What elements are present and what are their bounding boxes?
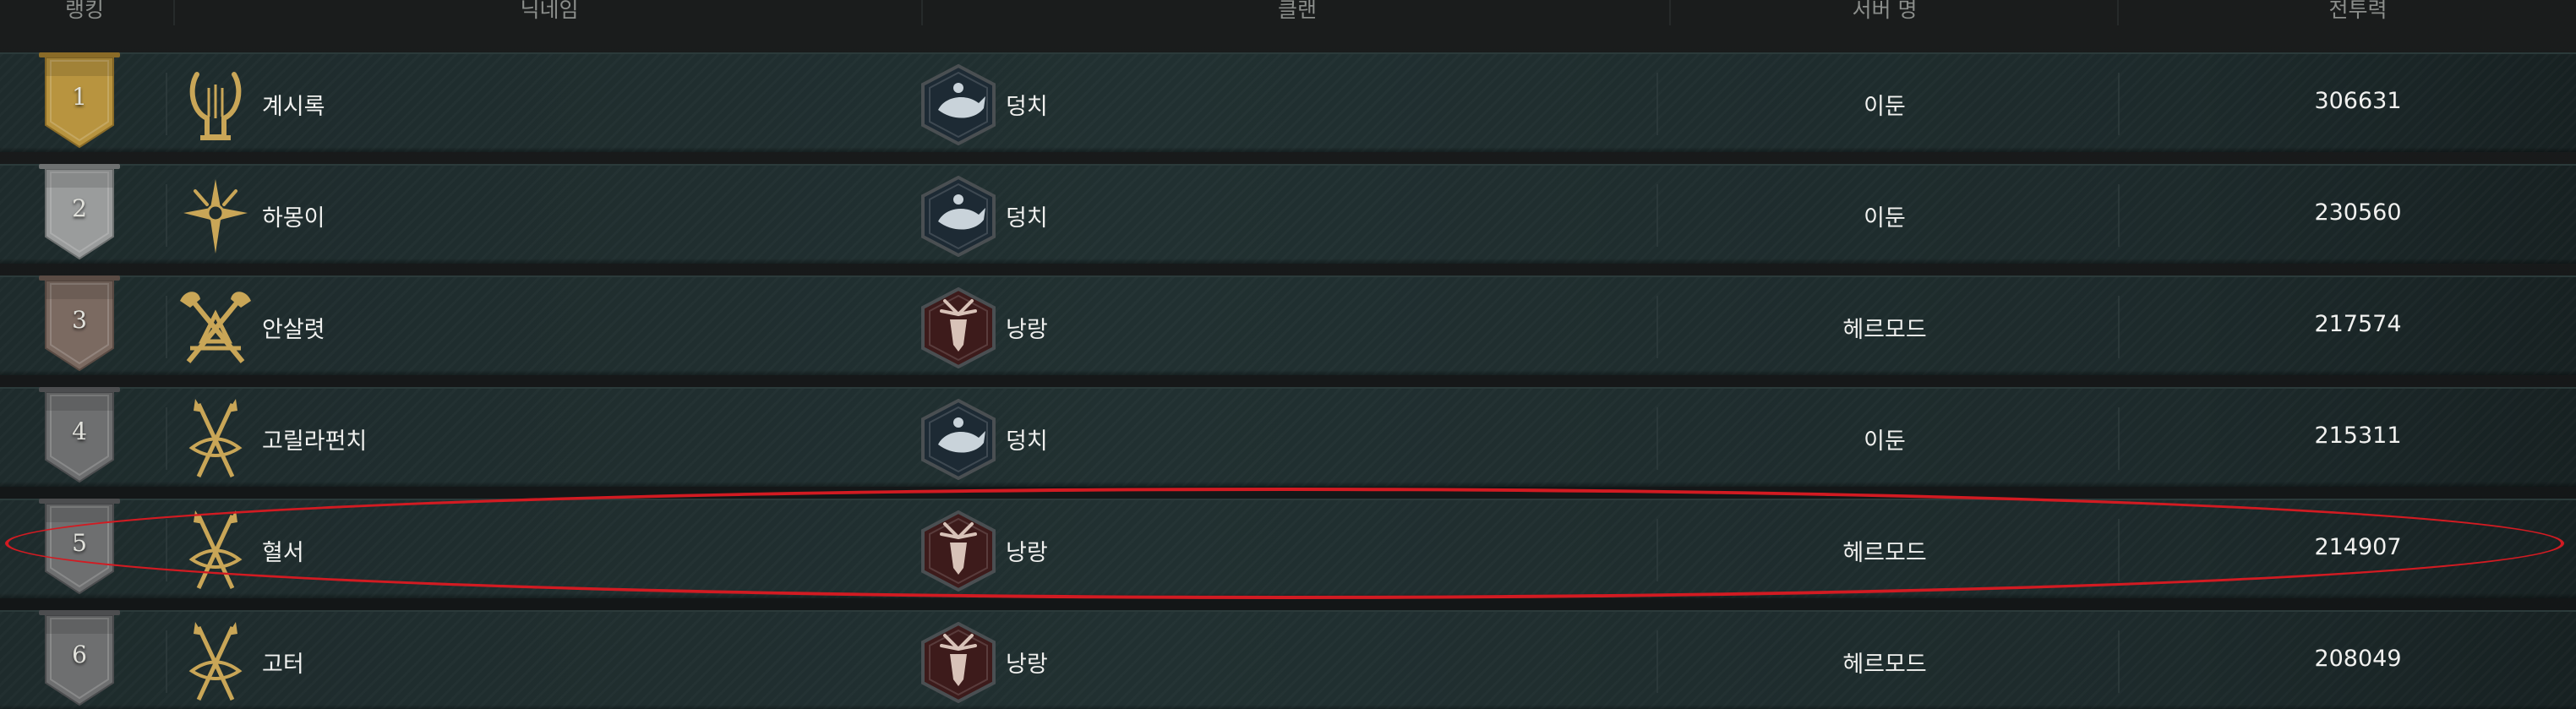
player-nickname[interactable]: 계시록 xyxy=(262,88,325,121)
column-divider xyxy=(2118,519,2120,581)
header-nickname: 닉네임 xyxy=(520,0,579,22)
rank-number: 1 xyxy=(72,83,87,111)
column-divider xyxy=(166,407,167,470)
crossed-spears-icon xyxy=(173,397,258,482)
rank-banner-icon: 4 xyxy=(37,385,122,485)
header-divider xyxy=(173,0,175,25)
clan-name[interactable]: 낭랑 xyxy=(1006,646,1048,679)
player-nickname[interactable]: 하몽이 xyxy=(262,199,325,232)
rank-banner-icon: 5 xyxy=(37,497,122,597)
column-divider xyxy=(2118,73,2120,135)
column-divider xyxy=(1656,73,1658,135)
table-header: 랭킹 닉네임 클랜 서버 명 전투력 xyxy=(0,0,2576,30)
column-divider xyxy=(166,184,167,247)
table-row[interactable]: 2 하몽이 덩치 이둔 230560 xyxy=(0,164,2576,264)
stag-emblem-icon xyxy=(920,286,997,369)
table-row[interactable]: 6 고터 낭랑 헤르모드 208049 xyxy=(0,610,2576,709)
combat-power: 306631 xyxy=(2314,88,2402,114)
rank-banner-icon: 1 xyxy=(37,51,122,150)
column-divider xyxy=(1656,519,1658,581)
column-divider xyxy=(2118,184,2120,247)
rank-banner-icon: 2 xyxy=(37,162,122,262)
combat-power: 230560 xyxy=(2314,199,2402,226)
crossed-spears-icon xyxy=(173,620,258,705)
server-name: 이둔 xyxy=(1864,94,1906,120)
whale-emblem-icon xyxy=(920,63,997,146)
header-clan: 클랜 xyxy=(1277,0,1317,22)
column-divider xyxy=(2118,630,2120,693)
column-divider xyxy=(2118,407,2120,470)
rank-number: 2 xyxy=(72,194,87,222)
table-row[interactable]: 1 계시록 덩치 이둔 306631 xyxy=(0,52,2576,152)
column-divider xyxy=(2118,296,2120,358)
header-rank: 랭킹 xyxy=(64,0,104,22)
player-nickname[interactable]: 안살렷 xyxy=(262,311,325,344)
clan-name[interactable]: 덩치 xyxy=(1006,199,1048,232)
header-server: 서버 명 xyxy=(1852,0,1918,22)
server-name: 이둔 xyxy=(1864,428,1906,455)
whale-emblem-icon xyxy=(920,175,997,258)
server-name: 헤르모드 xyxy=(1842,317,1927,343)
column-divider xyxy=(166,519,167,581)
rank-number: 5 xyxy=(72,529,87,557)
crossed-spears-icon xyxy=(173,509,258,593)
combat-power: 208049 xyxy=(2314,646,2402,672)
column-divider xyxy=(166,296,167,358)
player-nickname[interactable]: 고릴라펀치 xyxy=(262,423,367,455)
header-divider xyxy=(921,0,923,25)
column-divider xyxy=(1656,407,1658,470)
clan-name[interactable]: 덩치 xyxy=(1006,88,1048,121)
column-divider xyxy=(1656,296,1658,358)
server-name: 헤르모드 xyxy=(1842,652,1927,678)
table-row[interactable]: 3 안살렷 낭랑 헤르모드 217574 xyxy=(0,275,2576,375)
clan-name[interactable]: 낭랑 xyxy=(1006,534,1048,567)
column-divider xyxy=(1656,630,1658,693)
rank-number: 6 xyxy=(72,641,87,668)
rank-number: 3 xyxy=(72,306,87,334)
column-divider xyxy=(166,630,167,693)
clan-name[interactable]: 덩치 xyxy=(1006,423,1048,455)
whale-emblem-icon xyxy=(920,398,997,481)
crossed-axes-icon xyxy=(173,286,258,370)
rank-banner-icon: 6 xyxy=(37,608,122,708)
server-name: 헤르모드 xyxy=(1842,540,1927,566)
table-row[interactable]: 5 혈서 낭랑 헤르모드 214907 xyxy=(0,499,2576,598)
header-power: 전투력 xyxy=(2328,0,2388,22)
rank-banner-icon: 3 xyxy=(37,274,122,374)
player-nickname[interactable]: 혈서 xyxy=(262,534,304,567)
server-name: 이둔 xyxy=(1864,205,1906,232)
header-divider xyxy=(2117,0,2119,25)
column-divider xyxy=(1656,184,1658,247)
player-nickname[interactable]: 고터 xyxy=(262,646,304,679)
combat-power: 215311 xyxy=(2314,423,2402,449)
stag-emblem-icon xyxy=(920,621,997,704)
ranking-page: 랭킹 닉네임 클랜 서버 명 전투력 1 계시록 덩치 이둔 306631 2 … xyxy=(0,0,2576,709)
rank-number: 4 xyxy=(72,417,87,445)
table-row[interactable]: 4 고릴라펀치 덩치 이둔 215311 xyxy=(0,387,2576,487)
combat-power: 214907 xyxy=(2314,534,2402,560)
header-divider xyxy=(1669,0,1671,25)
combat-power: 217574 xyxy=(2314,311,2402,337)
lyre-icon xyxy=(173,63,258,147)
stag-emblem-icon xyxy=(920,510,997,592)
star-emblem-icon xyxy=(173,174,258,259)
clan-name[interactable]: 낭랑 xyxy=(1006,311,1048,344)
column-divider xyxy=(166,73,167,135)
